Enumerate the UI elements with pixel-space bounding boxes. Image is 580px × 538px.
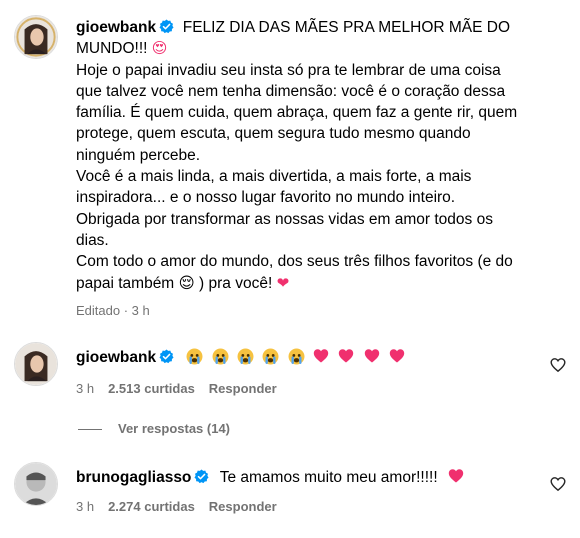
like-comment-heart-icon[interactable] [550, 476, 566, 492]
comment-username[interactable]: gioewbank [76, 349, 156, 366]
edited-label: Editado [76, 302, 121, 318]
heart-emoji-icon [338, 348, 354, 364]
caption-avatar[interactable] [14, 15, 58, 59]
caption-text-line: ninguém percebe. [76, 146, 201, 164]
crying-face-emoji-icon [212, 348, 229, 365]
crying-face-emoji-icon [262, 348, 279, 365]
comment-meta: 3 h 2.274 curtidas Responder [76, 499, 291, 514]
comment-likes[interactable]: 2.274 curtidas [108, 499, 195, 514]
comment-body: brunogagliasso Te amamos muito meu amor!… [76, 467, 469, 488]
post-caption: gioewbank FELIZ DIA DAS MÃES PRA MELHOR … [76, 17, 571, 321]
caption-text-line: FELIZ DIA DAS MÃES PRA MELHOR MÃE DO [182, 19, 511, 36]
verified-badge-icon [159, 19, 174, 34]
reply-button[interactable]: Responder [209, 499, 277, 514]
replies-divider [78, 429, 102, 431]
heart-emoji-icon [389, 348, 405, 364]
caption-text-line: inspiradora... e o nosso lugar favorito … [76, 189, 456, 207]
comment-body: gioewbank [76, 347, 410, 368]
caption-text-line: dias. [76, 231, 109, 249]
caption-text-line: Com todo o amor do mundo, dos seus três … [76, 253, 513, 271]
comment-text: Te amamos muito meu amor!!!!! [219, 469, 438, 486]
comment-time: 3 h [76, 499, 95, 514]
verified-badge-icon [194, 469, 209, 484]
verified-badge-icon [159, 349, 174, 364]
comment-time: 3 h [76, 381, 95, 396]
caption-text-line: Hoje o papai invadiu seu insta só pra te… [76, 61, 501, 79]
like-comment-heart-icon[interactable] [550, 357, 566, 373]
heart-emoji-icon [364, 348, 380, 364]
caption-username[interactable]: gioewbank [76, 19, 156, 36]
crying-face-emoji-icon [288, 348, 305, 365]
caption-text-line: ) pra você! [199, 274, 273, 292]
caption-text-line: Obrigada por transformar as nossas vidas… [76, 210, 493, 228]
caption-time: 3 h [131, 302, 150, 318]
caption-text-line: protege, quem escuta, quem segura tudo m… [76, 125, 471, 143]
pink-heart-emoji-icon: ❤ [276, 273, 290, 292]
caption-text-line: Você é a mais linda, a mais divertida, a… [76, 168, 472, 186]
view-replies-label[interactable]: Ver respostas (14) [118, 421, 230, 436]
comment-likes[interactable]: 2.513 curtidas [108, 381, 195, 396]
comment-meta: 3 h 2.513 curtidas Responder [76, 381, 291, 396]
caption-text-line: família. É quem cuida, quem abraça, quem… [76, 104, 518, 122]
smiling-emoji-icon: 😌 [178, 273, 195, 292]
crying-face-emoji-icon [237, 348, 254, 365]
caption-text-line: que talvez você nem tenha dimensão: você… [76, 82, 506, 100]
comment-avatar[interactable] [14, 342, 58, 386]
reply-button[interactable]: Responder [209, 381, 277, 396]
heart-emoji-icon [313, 348, 329, 364]
caption-text-line: papai também [76, 274, 175, 292]
comment-username[interactable]: brunogagliasso [76, 469, 191, 486]
view-replies-button[interactable]: Ver respostas (14) [78, 421, 230, 436]
heart-emoji-icon [448, 468, 464, 484]
caption-text-line: MUNDO!!! [76, 40, 148, 58]
heart-eyes-emoji-icon: 😍 [151, 39, 168, 58]
crying-face-emoji-icon [186, 348, 203, 365]
comment-avatar[interactable] [14, 462, 58, 506]
